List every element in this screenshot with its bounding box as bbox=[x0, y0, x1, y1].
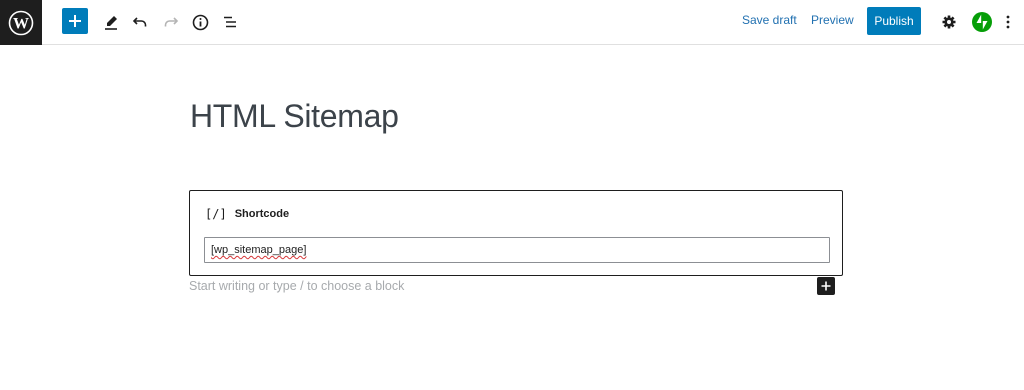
add-block-button[interactable] bbox=[62, 8, 88, 34]
tools-button[interactable] bbox=[97, 8, 125, 36]
options-button[interactable] bbox=[998, 8, 1018, 36]
save-draft-button[interactable]: Save draft bbox=[742, 13, 797, 27]
plus-icon bbox=[821, 281, 831, 291]
post-title[interactable]: HTML Sitemap bbox=[190, 98, 399, 135]
more-vertical-icon bbox=[1006, 15, 1010, 29]
undo-button[interactable] bbox=[126, 8, 154, 36]
editor-toolbar: W Save draft Preview Publish bbox=[0, 0, 1024, 45]
plus-icon bbox=[69, 15, 81, 27]
redo-icon bbox=[164, 17, 179, 27]
jetpack-button[interactable] bbox=[968, 8, 996, 36]
inline-add-block-button[interactable] bbox=[817, 277, 835, 295]
publish-button[interactable]: Publish bbox=[867, 7, 921, 35]
redo-button[interactable] bbox=[157, 8, 185, 36]
shortcode-value: [wp_sitemap_page] bbox=[211, 244, 307, 256]
pencil-icon bbox=[105, 16, 117, 30]
details-button[interactable] bbox=[186, 8, 214, 36]
wordpress-logo-icon: W bbox=[8, 10, 34, 35]
block-appender-placeholder[interactable]: Start writing or type / to choose a bloc… bbox=[189, 279, 404, 293]
shortcode-input[interactable]: [wp_sitemap_page] bbox=[204, 237, 830, 263]
shortcode-block[interactable]: [/] Shortcode [wp_sitemap_page] bbox=[189, 190, 843, 276]
list-view-button[interactable] bbox=[216, 8, 244, 36]
shortcode-icon: [/] bbox=[205, 207, 227, 221]
svg-text:W: W bbox=[13, 15, 29, 32]
block-header: [/] Shortcode bbox=[205, 207, 289, 221]
preview-button[interactable]: Preview bbox=[811, 13, 854, 27]
info-icon bbox=[192, 14, 208, 30]
block-label: Shortcode bbox=[234, 208, 290, 220]
settings-button[interactable] bbox=[935, 8, 963, 36]
jetpack-icon bbox=[972, 12, 992, 32]
list-view-icon bbox=[224, 16, 236, 28]
gear-icon bbox=[942, 15, 956, 29]
wordpress-logo[interactable]: W bbox=[0, 0, 42, 45]
undo-icon bbox=[132, 17, 147, 27]
